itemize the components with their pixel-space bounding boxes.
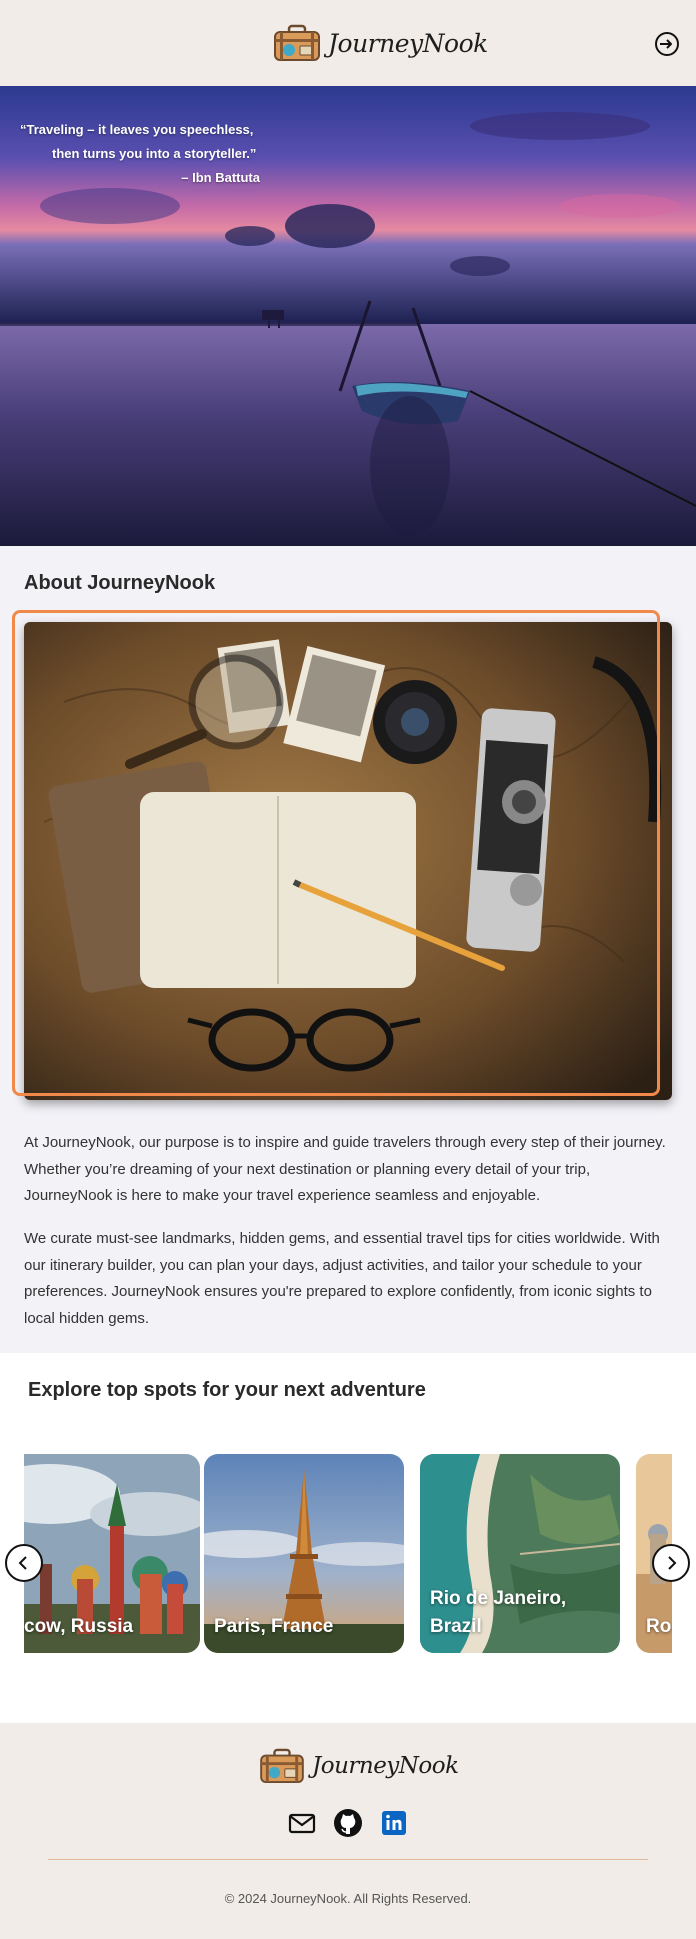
destination-card-moscow[interactable]: Moscow, Russia	[24, 1454, 200, 1653]
card-label-rome: Ro	[646, 1616, 672, 1637]
suitcase-icon	[274, 24, 320, 61]
footer-divider	[48, 1859, 648, 1860]
linkedin-icon	[382, 1811, 406, 1835]
header-logo[interactable]: JourneyNook	[272, 22, 488, 64]
about-image-highlight	[12, 610, 660, 1096]
mail-icon	[288, 1813, 316, 1834]
footer-logo-text: JourneyNook	[312, 1753, 459, 1779]
about-paragraph-2: We curate must-see landmarks, hidden gem…	[24, 1230, 660, 1327]
github-link[interactable]	[333, 1808, 363, 1838]
quote-author: – Ibn Battuta	[181, 170, 260, 185]
quote-line-2: then turns you into a storyteller.”	[52, 146, 257, 161]
footer-logo[interactable]: JourneyNook	[258, 1748, 459, 1784]
destination-card-rio[interactable]: Rio de Janeiro, Brazil	[420, 1454, 620, 1653]
chevron-left-icon	[18, 1556, 27, 1570]
chevron-right-icon	[668, 1556, 677, 1570]
login-button[interactable]	[654, 31, 680, 57]
carousel-next-button[interactable]	[652, 1544, 690, 1582]
hero-banner: “Traveling – it leaves you speechless, t…	[0, 86, 696, 546]
about-paragraph-1: At JourneyNook, our purpose is to inspir…	[24, 1134, 666, 1204]
destination-carousel[interactable]: Moscow, Russia	[24, 1353, 672, 1723]
linkedin-link[interactable]	[379, 1808, 409, 1838]
about-title: About JourneyNook	[24, 572, 216, 594]
github-icon	[334, 1809, 362, 1837]
destination-card-paris[interactable]: Paris, France	[204, 1454, 404, 1653]
explore-section: Explore top spots for your next adventur…	[0, 1353, 696, 1723]
site-header: JourneyNook	[0, 0, 696, 86]
quote-line-1: “Traveling – it leaves you speechless,	[20, 122, 254, 137]
suitcase-icon	[260, 1748, 304, 1784]
mail-link[interactable]	[287, 1808, 317, 1838]
card-label-paris: Paris, France	[214, 1616, 334, 1637]
copyright-text: © 2024 JourneyNook. All Rights Reserved.	[224, 1891, 472, 1906]
sign-in-icon	[655, 32, 679, 56]
about-section: About JourneyNook At JourneyNook, our pu…	[0, 546, 696, 1353]
hero-quote: “Traveling – it leaves you speechless, t…	[20, 118, 260, 190]
card-label-rio: Rio de Janeiro, Brazil	[430, 1588, 567, 1637]
card-label-moscow: Moscow, Russia	[24, 1616, 134, 1637]
carousel-prev-button[interactable]	[5, 1544, 43, 1582]
site-footer: JourneyNook © 2024 JourneyNook. All Righ…	[0, 1723, 696, 1939]
logo-text: JourneyNook	[328, 28, 488, 58]
